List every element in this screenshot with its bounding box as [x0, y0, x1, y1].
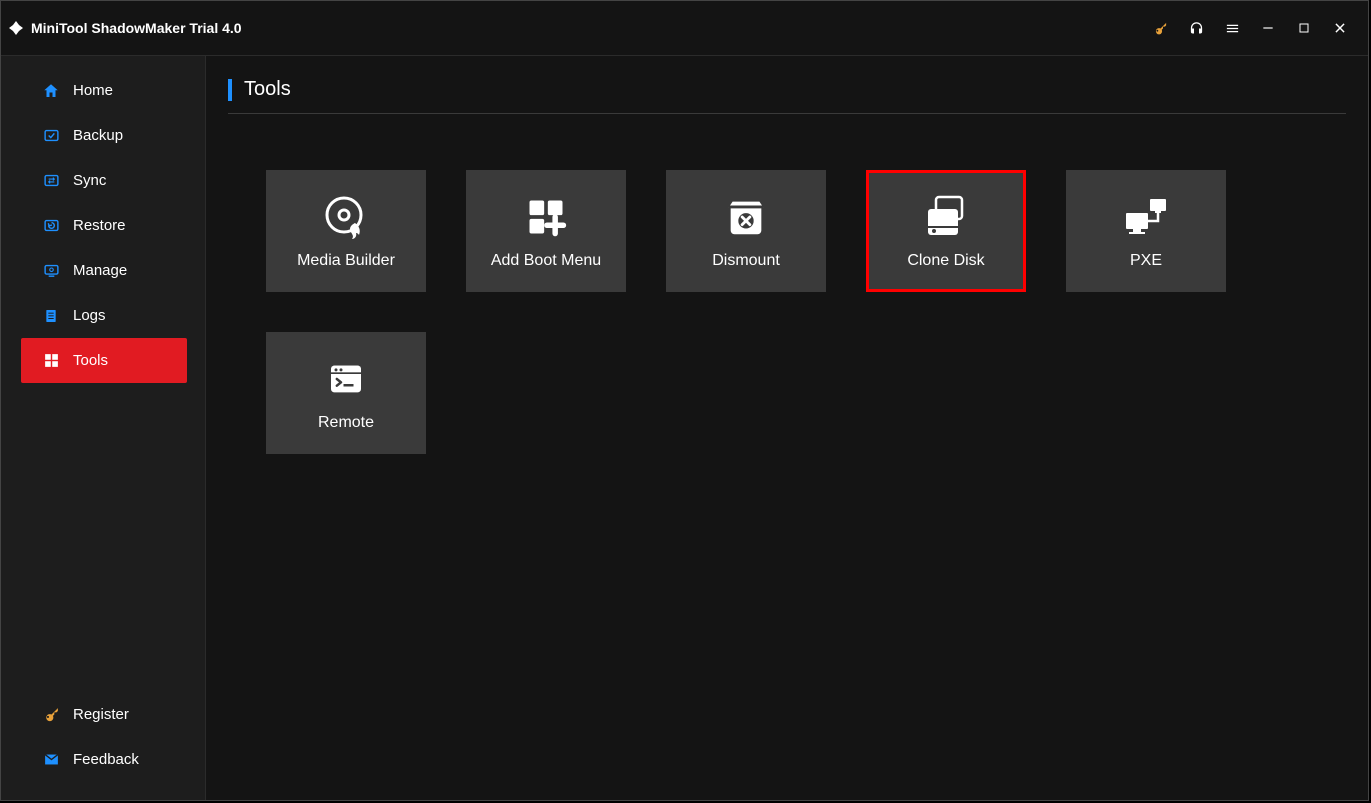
tool-tile-clone-disk[interactable]: Clone Disk — [866, 170, 1026, 292]
main-panel: Tools Media Builder Add Boot Menu — [206, 56, 1368, 800]
logs-icon — [41, 306, 61, 326]
backup-icon — [41, 126, 61, 146]
grid-plus-icon — [524, 192, 568, 242]
sidebar-item-label: Manage — [73, 262, 127, 279]
sync-icon — [41, 171, 61, 191]
header-accent-bar — [228, 79, 232, 101]
clone-disk-icon — [922, 192, 970, 242]
sidebar-item-label: Logs — [73, 307, 106, 324]
sidebar-item-label: Restore — [73, 217, 126, 234]
sidebar-item-label: Sync — [73, 172, 106, 189]
terminal-window-icon — [326, 354, 366, 404]
app-title: MiniTool ShadowMaker Trial 4.0 — [31, 20, 242, 36]
app-logo-icon — [7, 19, 25, 37]
tool-label: Remote — [318, 414, 374, 432]
page-header: Tools — [228, 78, 1346, 114]
tool-label: Dismount — [712, 252, 780, 270]
sidebar-item-home[interactable]: Home — [1, 68, 205, 113]
tool-tile-media-builder[interactable]: Media Builder — [266, 170, 426, 292]
sidebar-item-backup[interactable]: Backup — [1, 113, 205, 158]
maximize-button[interactable] — [1286, 1, 1322, 56]
sidebar-item-sync[interactable]: Sync — [1, 158, 205, 203]
sidebar-item-manage[interactable]: Manage — [1, 248, 205, 293]
sidebar-item-label: Home — [73, 82, 113, 99]
tool-tile-remote[interactable]: Remote — [266, 332, 426, 454]
tool-label: PXE — [1130, 252, 1162, 270]
tool-label: Media Builder — [297, 252, 395, 270]
titlebar: MiniTool ShadowMaker Trial 4.0 — [1, 1, 1368, 56]
titlebar-menu-button[interactable] — [1214, 1, 1250, 56]
box-x-icon — [723, 192, 769, 242]
sidebar-item-tools[interactable]: Tools — [21, 338, 187, 383]
sidebar-item-label: Backup — [73, 127, 123, 144]
sidebar-item-label: Tools — [73, 352, 108, 369]
tool-tile-add-boot-menu[interactable]: Add Boot Menu — [466, 170, 626, 292]
tool-label: Clone Disk — [907, 252, 984, 270]
disc-fire-icon — [322, 192, 370, 242]
sidebar-item-label: Register — [73, 706, 129, 723]
sidebar-item-label: Feedback — [73, 751, 139, 768]
sidebar-item-restore[interactable]: Restore — [1, 203, 205, 248]
sidebar-item-register[interactable]: Register — [1, 692, 205, 737]
pxe-network-icon — [1122, 192, 1170, 242]
close-button[interactable] — [1322, 1, 1358, 56]
app-window: MiniTool ShadowMaker Trial 4.0 — [0, 0, 1369, 801]
sidebar: Home Backup Sync — [1, 56, 206, 800]
minimize-button[interactable] — [1250, 1, 1286, 56]
page-title: Tools — [244, 78, 291, 101]
manage-icon — [41, 261, 61, 281]
tool-tile-dismount[interactable]: Dismount — [666, 170, 826, 292]
sidebar-item-feedback[interactable]: Feedback — [1, 737, 205, 782]
tools-icon — [41, 351, 61, 371]
tools-grid: Media Builder Add Boot Menu Dismount — [228, 170, 1346, 454]
titlebar-headset-button[interactable] — [1178, 1, 1214, 56]
titlebar-key-button[interactable] — [1142, 1, 1178, 56]
restore-icon — [41, 216, 61, 236]
sidebar-item-logs[interactable]: Logs — [1, 293, 205, 338]
tool-label: Add Boot Menu — [491, 252, 601, 270]
tool-tile-pxe[interactable]: PXE — [1066, 170, 1226, 292]
key-icon — [41, 705, 61, 725]
mail-icon — [41, 750, 61, 770]
home-icon — [41, 81, 61, 101]
